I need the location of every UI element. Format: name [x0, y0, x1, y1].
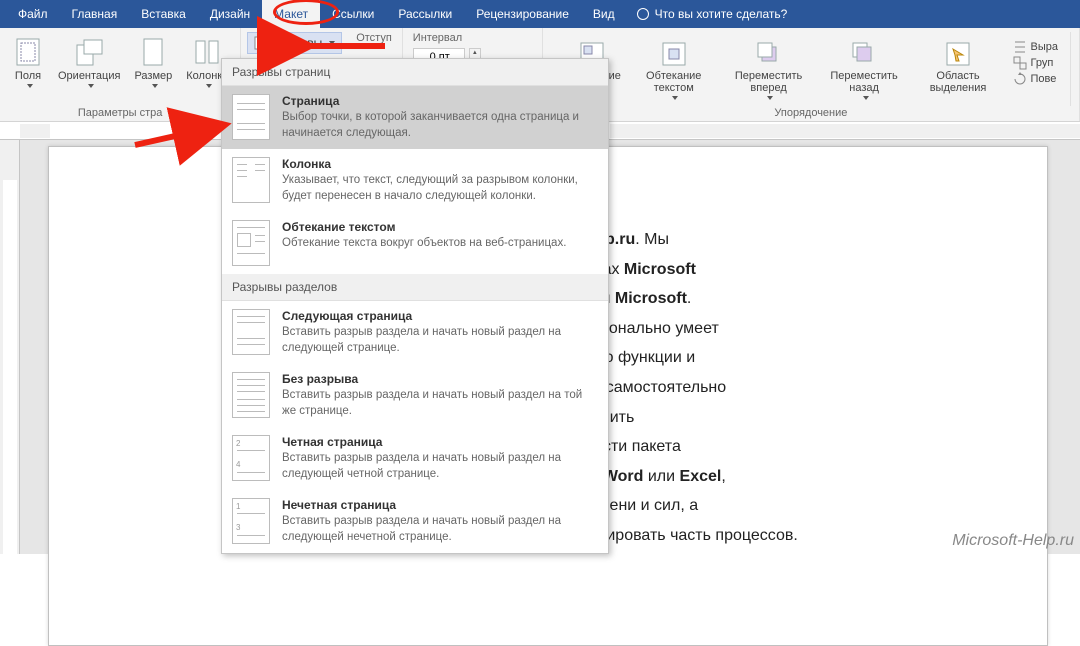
chevron-down-icon [152, 84, 158, 88]
oddpage-thumb-icon: 13 [232, 498, 270, 544]
backward-icon [850, 40, 878, 68]
breaks-button[interactable]: Разрывы [247, 32, 342, 54]
page-setup-group-label: Параметры стра [78, 107, 162, 119]
chevron-down-icon [206, 84, 212, 88]
tab-file[interactable]: Файл [6, 0, 60, 28]
column-thumb-icon [232, 157, 270, 203]
chevron-down-icon [88, 84, 94, 88]
wrap-text-button[interactable]: Обтекание текстом [631, 36, 717, 104]
dd-section-sections: Разрывы разделов [222, 274, 608, 301]
tab-bar: Файл Главная Вставка Дизайн Макет Ссылки… [0, 0, 1080, 28]
nextpage-thumb-icon [232, 309, 270, 355]
tell-me-label: Что вы хотите сделать? [655, 7, 788, 21]
tab-design[interactable]: Дизайн [198, 0, 262, 28]
tab-layout[interactable]: Макет [262, 0, 320, 28]
tab-references[interactable]: Ссылки [320, 0, 386, 28]
dd-item-column[interactable]: КолонкаУказывает, что текст, следующий з… [222, 149, 608, 212]
tab-view[interactable]: Вид [581, 0, 627, 28]
tell-me[interactable]: Что вы хотите сделать? [627, 7, 798, 21]
vertical-ruler[interactable] [0, 140, 20, 554]
chevron-down-icon [329, 41, 335, 45]
tab-home[interactable]: Главная [60, 0, 130, 28]
arrange-group: Положение Обтекание текстом Переместить … [543, 28, 1080, 121]
breaks-dropdown: Разрывы страниц СтраницаВыбор точки, в к… [221, 58, 609, 554]
page-thumb-icon [232, 94, 270, 140]
selection-pane-button[interactable]: Область выделения [914, 36, 1003, 104]
arrange-group-label: Упорядочение [774, 107, 847, 119]
breaks-icon [254, 36, 268, 50]
chevron-down-icon [27, 84, 33, 88]
tab-review[interactable]: Рецензирование [464, 0, 581, 28]
rotate-button[interactable]: Пове [1013, 72, 1058, 86]
dd-item-nextpage[interactable]: Следующая страницаВставить разрыв раздел… [222, 301, 608, 364]
size-icon [137, 36, 169, 68]
chevron-down-icon [672, 96, 678, 100]
wrap-icon [660, 40, 688, 68]
evenpage-thumb-icon: 24 [232, 435, 270, 481]
chevron-down-icon [767, 96, 773, 100]
chevron-down-icon [863, 96, 869, 100]
textwrap-thumb-icon [232, 220, 270, 266]
page-setup-group: Поля Ориентация Размер Колонки Параметры… [0, 28, 241, 121]
dd-item-evenpage[interactable]: 24 Четная страницаВставить разрыв раздел… [222, 427, 608, 490]
tab-insert[interactable]: Вставка [129, 0, 198, 28]
dd-item-page[interactable]: СтраницаВыбор точки, в которой заканчива… [222, 86, 608, 149]
selection-icon [944, 40, 972, 68]
margins-icon [12, 36, 44, 68]
continuous-thumb-icon [232, 372, 270, 418]
watermark: Microsoft-Help.ru [952, 532, 1074, 550]
dd-section-pages: Разрывы страниц [222, 59, 608, 86]
bring-forward-button[interactable]: Переместить вперед [723, 36, 815, 104]
spacing-label: Интервал [413, 32, 532, 44]
dd-item-continuous[interactable]: Без разрываВставить разрыв раздела и нач… [222, 364, 608, 427]
orientation-icon [73, 36, 105, 68]
dd-item-oddpage[interactable]: 13 Нечетная страницаВставить разрыв разд… [222, 490, 608, 553]
forward-icon [755, 40, 783, 68]
align-group: Выра Груп Пове [1009, 36, 1062, 104]
dd-item-textwrap[interactable]: Обтекание текстомОбтекание текста вокруг… [222, 212, 608, 274]
align-button[interactable]: Выра [1013, 40, 1058, 54]
indent-label: Отступ [356, 32, 392, 44]
orientation-button[interactable]: Ориентация [54, 32, 124, 107]
columns-icon [191, 36, 223, 68]
size-button[interactable]: Размер [130, 32, 176, 107]
margins-button[interactable]: Поля [8, 32, 48, 107]
send-backward-button[interactable]: Переместить назад [821, 36, 908, 104]
tab-mailings[interactable]: Рассылки [386, 0, 464, 28]
bulb-icon [637, 8, 649, 20]
group-button[interactable]: Груп [1013, 56, 1058, 70]
